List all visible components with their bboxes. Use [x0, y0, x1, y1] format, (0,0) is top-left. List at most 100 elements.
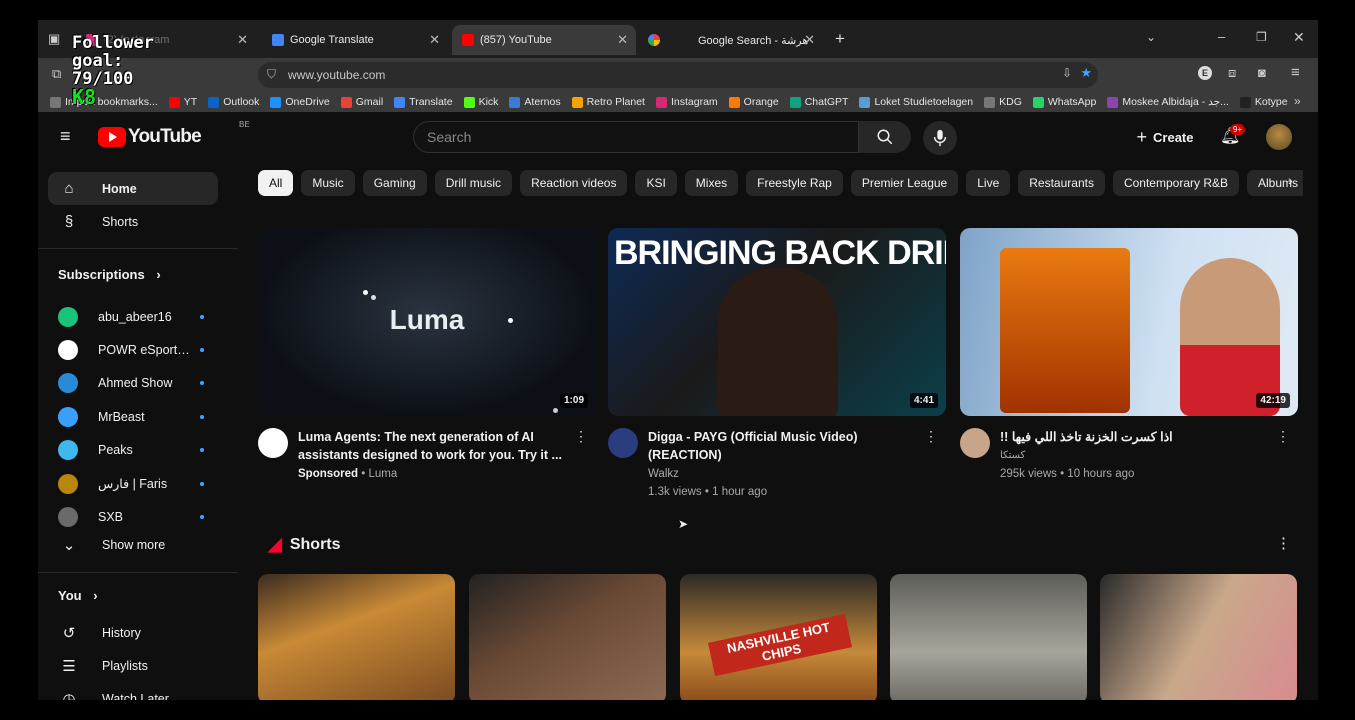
tab-google-icon-only[interactable]	[638, 25, 668, 55]
video-title[interactable]: Luma Agents: The next generation of AI a…	[298, 428, 568, 464]
video-channel[interactable]: Walkz	[648, 468, 679, 480]
search-button[interactable]	[859, 121, 911, 153]
more-options-icon[interactable]: ⋮	[1276, 534, 1291, 552]
subscriptions-heading[interactable]: Subscriptions ›	[58, 267, 161, 282]
bookmark-favicon-icon	[859, 96, 871, 108]
bookmark-item[interactable]: WhatsApp	[1032, 96, 1096, 108]
close-tab-icon[interactable]: ✕	[804, 32, 815, 48]
video-card[interactable]: BRINGING BACK DRILL 4:41 Digga - PAYG (O…	[608, 228, 946, 498]
bookmark-item[interactable]: KDG	[984, 96, 1022, 108]
sidebar-item-watch-later[interactable]: ◷ Watch Later	[48, 682, 218, 701]
video-channel[interactable]: كستكا	[1000, 450, 1025, 461]
youtube-logo[interactable]: YouTube BE	[98, 120, 250, 148]
subscription-item[interactable]: Ahmed Show	[48, 367, 218, 400]
bookmark-item[interactable]: OneDrive	[270, 96, 330, 108]
filter-chip[interactable]: Music	[301, 170, 355, 196]
filter-chip[interactable]: Reaction videos	[520, 170, 628, 196]
short-card[interactable]	[1100, 574, 1297, 700]
sidebar-toggle-icon[interactable]: ⧉	[52, 66, 61, 82]
filter-chip[interactable]: Mixes	[684, 170, 739, 196]
channel-avatar[interactable]	[960, 428, 990, 458]
filter-chip[interactable]: Gaming	[362, 170, 427, 196]
video-title[interactable]: !! اذا كسرت الخزنة تاخذ اللي فيها	[1000, 428, 1270, 446]
filter-chip[interactable]: Premier League	[850, 170, 959, 196]
close-tab-icon[interactable]: ✕	[237, 32, 248, 48]
video-thumbnail[interactable]: 42:19	[960, 228, 1298, 416]
video-thumbnail[interactable]: Luma 1:09	[258, 228, 596, 416]
subscription-item[interactable]: Peaks	[48, 434, 218, 467]
bookmarks-overflow-icon[interactable]: »	[1294, 94, 1301, 108]
url-field[interactable]: ⛉ www.youtube.com ⇩ ★	[258, 62, 1098, 88]
hamburger-menu-icon[interactable]: ≡	[60, 126, 71, 147]
bookmark-item[interactable]: Orange	[728, 96, 779, 108]
browser-menu-icon[interactable]: ≡	[1291, 64, 1300, 81]
person-silhouette	[718, 268, 838, 416]
search-input[interactable]: Search	[413, 121, 859, 153]
bookmark-item[interactable]: Instagram	[655, 96, 718, 108]
install-app-icon[interactable]: ⇩	[1062, 66, 1072, 80]
sidebar-item-history[interactable]: ↺ History	[48, 616, 218, 649]
filter-chip[interactable]: KSI	[635, 170, 677, 196]
short-card[interactable]	[258, 574, 455, 700]
bookmark-item[interactable]: Gmail	[340, 96, 383, 108]
filter-chip[interactable]: All	[258, 170, 294, 196]
sidebar-item-home[interactable]: ⌂ Home	[48, 172, 218, 205]
account-avatar[interactable]	[1266, 124, 1292, 150]
close-tab-icon[interactable]: ✕	[617, 32, 628, 48]
close-window-icon[interactable]: ✕	[1293, 29, 1305, 46]
video-meta: Digga - PAYG (Official Music Video) (REA…	[608, 416, 946, 498]
minimize-icon[interactable]: –	[1218, 29, 1225, 44]
filter-chip[interactable]: Albums	[1247, 170, 1303, 196]
bookmark-item[interactable]: Moskee Albidaja - جد...	[1107, 96, 1229, 108]
show-more-button[interactable]: ⌄ Show more	[48, 528, 218, 561]
more-options-icon[interactable]: ⋮	[924, 428, 938, 445]
site-info-icon[interactable]: ⛉	[267, 67, 276, 82]
create-button[interactable]: + Create	[1126, 121, 1204, 153]
sidebar-item-playlists[interactable]: ☰ Playlists	[48, 649, 218, 682]
tab-list-chevron-icon[interactable]: ⌄	[1146, 30, 1156, 44]
subscription-item[interactable]: abu_abeer16	[48, 300, 218, 333]
tab-google-translate[interactable]: Google Translate ✕	[262, 25, 448, 55]
bookmark-item[interactable]: Loket Studietoelagen	[859, 96, 973, 108]
subscription-item[interactable]: فارس | Faris	[48, 467, 218, 500]
video-thumbnail[interactable]: BRINGING BACK DRILL 4:41	[608, 228, 946, 416]
filter-chip[interactable]: Live	[966, 170, 1011, 196]
bookmark-star-icon[interactable]: ★	[1080, 65, 1092, 81]
bookmark-item[interactable]: Aternos	[509, 96, 561, 108]
extensions-puzzle-icon[interactable]: ⧈	[1228, 65, 1236, 81]
filter-chip[interactable]: Drill music	[434, 170, 513, 196]
bookmark-item[interactable]: ChatGPT	[789, 96, 848, 108]
close-tab-icon[interactable]: ✕	[429, 32, 440, 48]
bookmark-item[interactable]: Kotype	[1239, 96, 1288, 108]
short-card[interactable]: NASHVILLE HOT CHIPS	[680, 574, 877, 700]
screenshot-camera-icon[interactable]: ◙	[1258, 65, 1266, 80]
filter-chip[interactable]: Freestyle Rap	[746, 170, 843, 196]
voice-search-button[interactable]	[923, 121, 957, 155]
tab-actions-icon[interactable]: ▣	[48, 31, 60, 47]
maximize-icon[interactable]: ❐	[1256, 30, 1267, 44]
channel-avatar[interactable]	[608, 428, 638, 458]
subscription-item[interactable]: MrBeast	[48, 400, 218, 433]
video-card[interactable]: 42:19 !! اذا كسرت الخزنة تاخذ اللي فيها …	[960, 228, 1298, 496]
subscription-item[interactable]: POWR eSports | ...	[48, 333, 218, 366]
more-options-icon[interactable]: ⋮	[574, 428, 588, 445]
bookmark-item[interactable]: Kick	[463, 96, 498, 108]
bookmark-item[interactable]: Retro Planet	[571, 96, 645, 108]
filter-chip[interactable]: Restaurants	[1018, 170, 1105, 196]
short-card[interactable]	[890, 574, 1087, 700]
plus-icon: +	[1136, 126, 1148, 147]
video-title[interactable]: Digga - PAYG (Official Music Video) (REA…	[648, 428, 918, 464]
tab-google-search[interactable]: Google Search - هرشة ✕	[688, 25, 823, 55]
short-card[interactable]	[469, 574, 666, 700]
you-heading[interactable]: You ›	[58, 588, 98, 603]
bookmark-item[interactable]: Translate	[394, 96, 453, 108]
extension-e-icon[interactable]: E	[1198, 66, 1212, 80]
chevron-right-icon[interactable]: ›	[1288, 172, 1293, 188]
channel-avatar[interactable]	[258, 428, 288, 458]
more-options-icon[interactable]: ⋮	[1276, 428, 1290, 445]
new-tab-icon[interactable]: +	[835, 29, 845, 49]
tab-youtube[interactable]: (857) YouTube ✕	[452, 25, 636, 55]
sidebar-item-shorts[interactable]: § Shorts	[48, 205, 218, 238]
filter-chip[interactable]: Contemporary R&B	[1112, 170, 1239, 196]
video-card[interactable]: Luma 1:09 Luma Agents: The next generati…	[258, 228, 596, 496]
